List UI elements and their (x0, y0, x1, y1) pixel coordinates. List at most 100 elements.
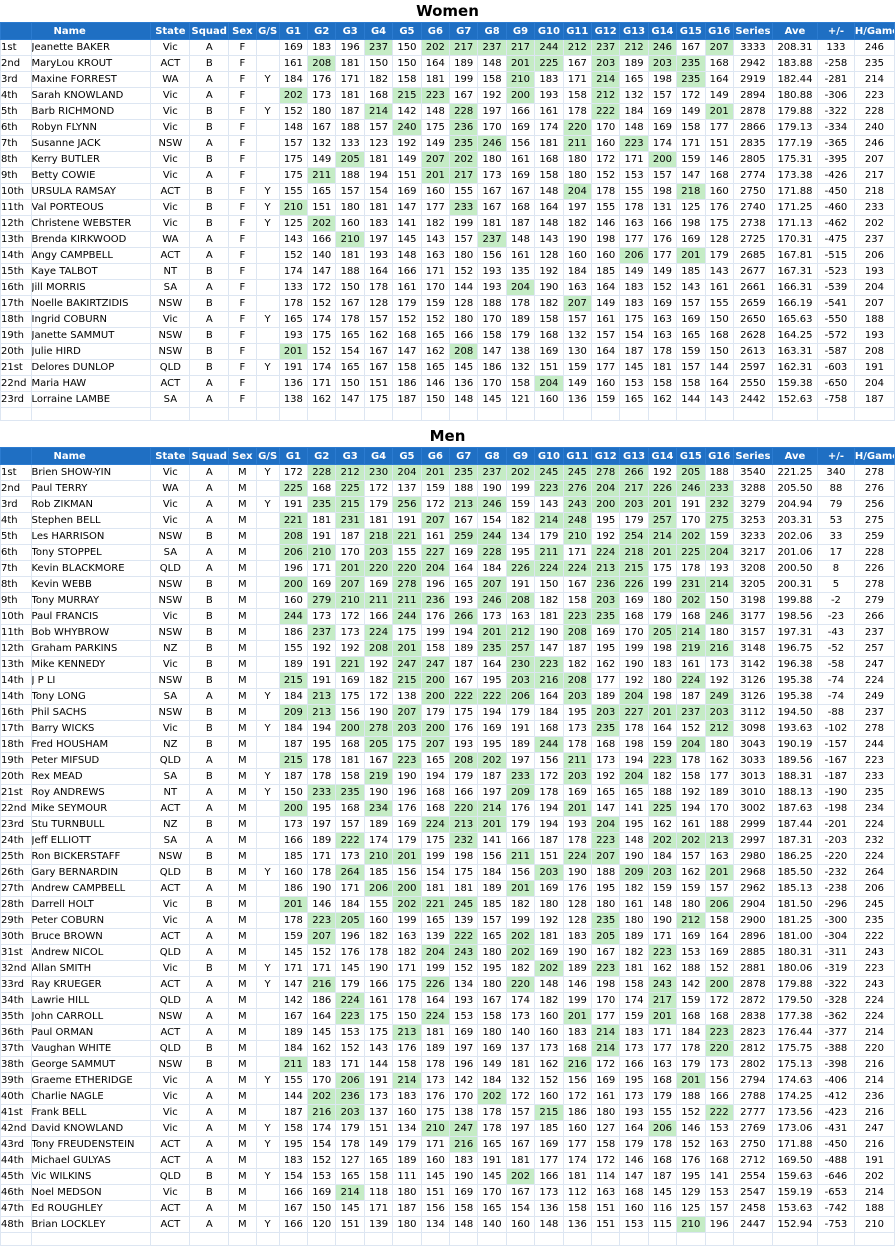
game-score-cell: 195 (619, 816, 649, 833)
results-table: Name State Squad Sex G/S G1 G2 G3 G4 G5 G6 G7 G8 G9 G1… (0, 22, 895, 421)
game-score-cell: 171 (392, 960, 422, 977)
game-score-cell: 140 (307, 247, 337, 264)
column-header: Sex (228, 22, 257, 40)
table-cell: M (228, 816, 257, 833)
game-score-cell: 207 (562, 295, 592, 312)
spacer-cell (150, 1232, 191, 1246)
table-cell: F (228, 71, 257, 88)
game-score-cell: 232 (704, 496, 734, 513)
game-score-cell: 151 (534, 848, 564, 865)
series-cell: 3126 (732, 672, 773, 689)
game-score-cell: 178 (562, 103, 592, 120)
spacer-cell (335, 1232, 365, 1246)
series-cell: 2838 (732, 1008, 773, 1025)
game-score-cell: 162 (534, 1056, 564, 1073)
game-score-cell: 180 (477, 944, 507, 961)
table-cell: B (189, 215, 230, 232)
game-score-cell: 256 (392, 496, 422, 513)
game-score-cell: 203 (647, 55, 678, 72)
position-cell: 35th (0, 1008, 32, 1025)
average-cell: 195.38 (771, 688, 819, 705)
game-score-cell: 218 (363, 528, 394, 545)
game-score-cell: 196 (335, 39, 365, 56)
table-cell: B (189, 327, 230, 344)
average-cell: 196.38 (771, 656, 819, 673)
game-score-cell: 202 (647, 832, 678, 849)
column-header: G8 (477, 22, 507, 40)
spacer-cell (392, 1232, 422, 1246)
game-score-cell: 151 (307, 199, 337, 216)
game-score-cell: 180 (335, 199, 365, 216)
game-score-cell: 191 (363, 1072, 394, 1089)
high-game-cell: 224 (853, 992, 895, 1009)
table-row: 19th Janette SAMMUT NSW B F 193 175 165 162 168 16… (0, 327, 895, 344)
game-score-cell: 155 (392, 544, 422, 561)
game-score-cell: 180 (562, 167, 592, 184)
series-cell: 2738 (732, 215, 773, 232)
table-cell: M (228, 656, 257, 673)
table-cell: A (189, 375, 230, 392)
plus-minus-cell: -74 (817, 688, 855, 705)
game-score-cell: 178 (363, 944, 394, 961)
game-score-cell: 181 (335, 87, 365, 104)
table-cell: NSW (150, 848, 191, 865)
game-score-cell: 166 (505, 832, 536, 849)
game-score-cell: 159 (704, 528, 734, 545)
game-score-cell: 203 (619, 496, 649, 513)
game-score-cell: 203 (562, 768, 592, 785)
average-cell: 179.13 (771, 119, 819, 136)
high-game-cell: 279 (853, 592, 895, 609)
game-score-cell: 190 (647, 912, 678, 929)
game-score-cell: 188 (335, 167, 365, 184)
spacer-cell (505, 1232, 536, 1246)
game-score-cell: 184 (619, 103, 649, 120)
game-score-cell: 244 (392, 608, 422, 625)
table-cell: B (189, 768, 230, 785)
game-score-cell: 202 (449, 151, 479, 168)
table-row: 38th George SAMMUT NSW B M 211 183 171 144 158 178… (0, 1056, 895, 1073)
game-score-cell: 190 (363, 784, 394, 801)
high-game-cell: 233 (853, 199, 895, 216)
game-score-cell: 160 (534, 391, 564, 408)
game-score-cell: 192 (590, 768, 621, 785)
game-score-cell: 158 (392, 1056, 422, 1073)
position-cell: 20th (0, 343, 32, 360)
game-score-cell: 150 (420, 391, 451, 408)
game-score-cell: 180 (704, 624, 734, 641)
high-game-cell: 245 (853, 896, 895, 913)
game-score-cell: 130 (562, 343, 592, 360)
game-score-cell: 224 (534, 560, 564, 577)
column-header: G4 (363, 22, 394, 40)
high-game-cell: 188 (853, 311, 895, 328)
table-cell: B (189, 624, 230, 641)
average-cell: 202.06 (771, 528, 819, 545)
plus-minus-cell: -450 (817, 183, 855, 200)
game-score-cell: 194 (307, 720, 337, 737)
game-score-cell: 162 (647, 960, 678, 977)
high-game-cell: 202 (853, 1168, 895, 1185)
game-score-cell: 199 (619, 640, 649, 657)
game-score-cell: 210 (676, 1216, 706, 1233)
game-score-cell: 190 (619, 656, 649, 673)
game-score-cell: 165 (420, 912, 451, 929)
game-score-cell: 156 (477, 848, 507, 865)
table-cell (255, 1200, 280, 1217)
game-score-cell: 163 (562, 279, 592, 296)
table-row: 20th Rex MEAD SA B M Y 187 178 158 219 190 194 179 18… (0, 768, 895, 785)
high-game-cell: 223 (853, 87, 895, 104)
game-score-cell: 194 (449, 624, 479, 641)
game-score-cell: 136 (278, 375, 309, 392)
position-cell: 21st (0, 784, 32, 801)
plus-minus-cell: -758 (817, 391, 855, 408)
game-score-cell: 128 (534, 247, 564, 264)
game-score-cell: 137 (392, 480, 422, 497)
spacer-cell (534, 1232, 564, 1246)
game-score-cell: 188 (704, 464, 734, 481)
table-cell: A (189, 167, 230, 184)
game-score-cell: 208 (505, 592, 536, 609)
game-score-cell: 264 (335, 864, 365, 881)
game-score-cell: 181 (534, 135, 564, 152)
game-score-cell: 142 (392, 103, 422, 120)
game-score-cell: 149 (420, 135, 451, 152)
table-cell: M (228, 544, 257, 561)
